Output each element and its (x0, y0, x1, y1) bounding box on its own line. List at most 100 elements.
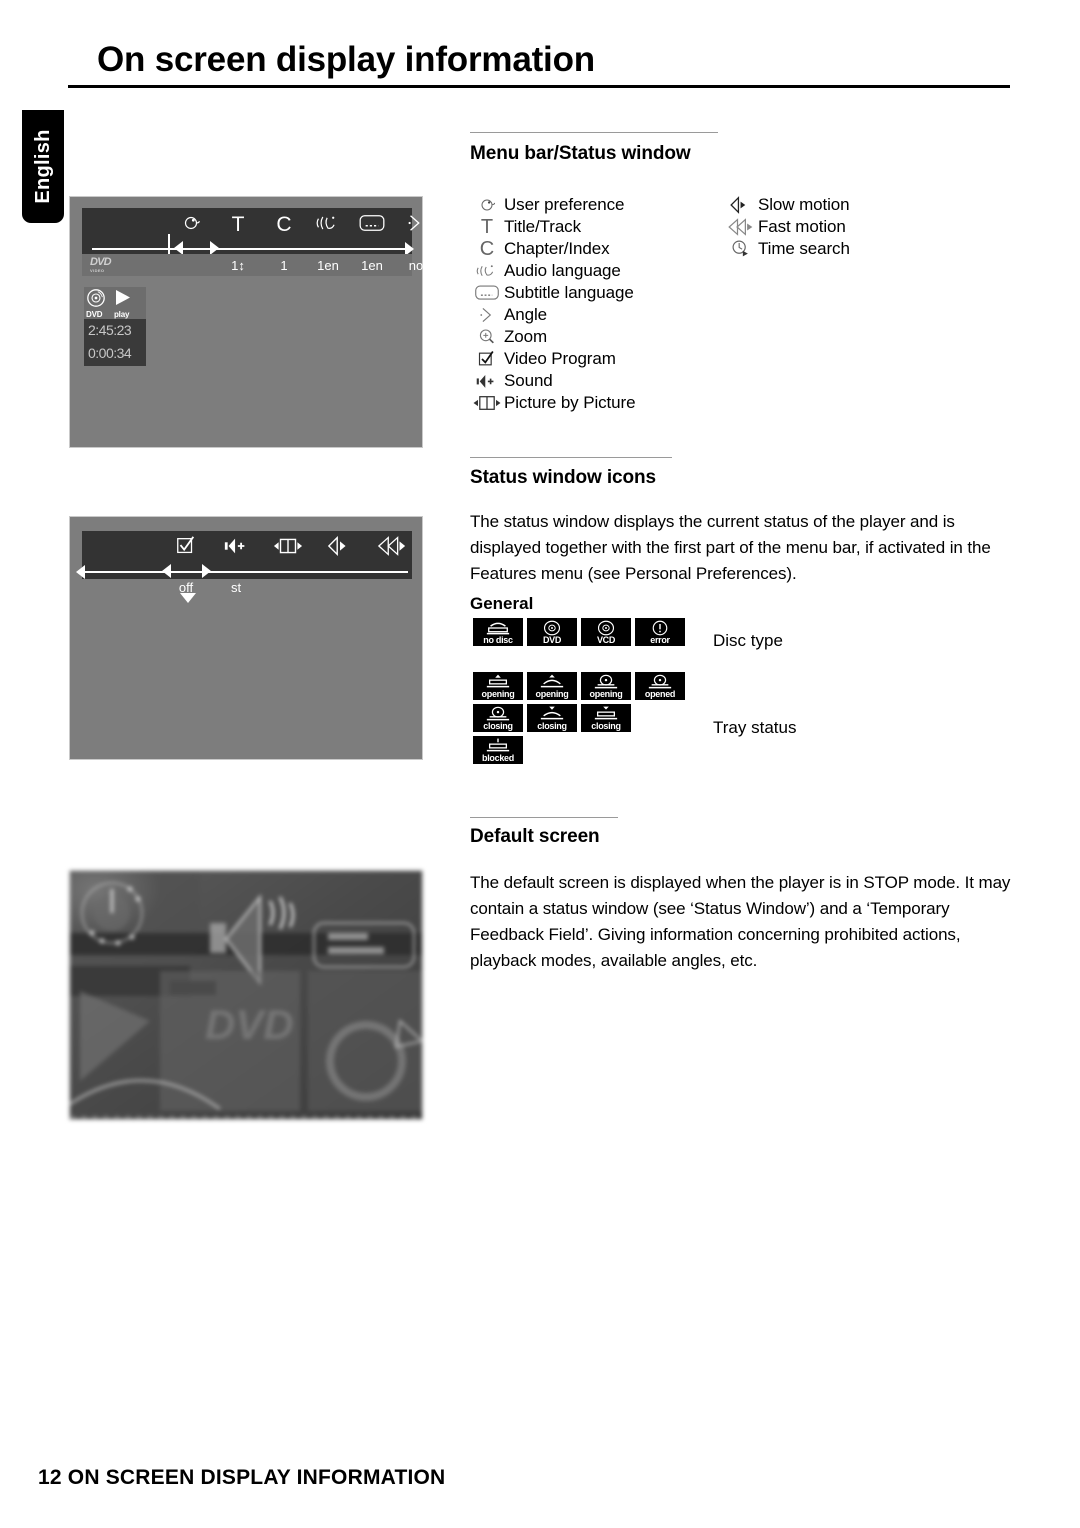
disc-type-label: Disc type (713, 631, 783, 650)
chip-closing-1: closing (473, 704, 523, 732)
legend-label: Slow motion (758, 195, 850, 214)
menu-bar-legend-right-column: Slow motion Fast motion Time search (724, 194, 984, 260)
tray-blocked-icon (473, 737, 523, 754)
chip-no-disc: no disc (473, 618, 523, 646)
osd-selector-left-arrow-2 (162, 564, 171, 578)
legend-item-zoom: Zoom (470, 326, 710, 348)
chapter-index-icon: C (276, 213, 292, 236)
legend-item-user-preference: User preference (470, 194, 710, 216)
time-search-icon (724, 238, 758, 260)
status-icons-section-heading: Status window icons (470, 467, 657, 488)
tray-opening-disc-icon (581, 673, 631, 690)
user-preference-icon (470, 195, 504, 215)
legend-item-title-track: T Title/Track (470, 216, 710, 238)
chip-opening-1: opening (473, 672, 523, 700)
chapter-index-icon: C (479, 237, 495, 260)
legend-label: Audio language (504, 261, 621, 280)
tray-closing-disc-icon (473, 705, 523, 722)
legend-label: Time search (758, 239, 850, 258)
audio-language-icon (306, 213, 350, 238)
osd-menubar-screenshot-2: off st (69, 516, 452, 760)
slow-motion-icon (724, 195, 758, 215)
disc-type-chip-group: no disc DVD VCD error (473, 618, 689, 650)
osd-status-elapsed-time: 0:00:34 (84, 343, 146, 366)
legend-item-angle: Angle (470, 304, 710, 326)
osd-status-window-header: DVD play (84, 287, 146, 319)
disc-type-chip-row: no disc DVD VCD error (473, 618, 689, 646)
audio-language-icon (470, 262, 504, 280)
legend-item-video-program: Video Program (470, 348, 710, 370)
tray-closing-icon (527, 705, 577, 722)
chip-vcd: VCD (581, 618, 631, 646)
status-icons-section-rule (470, 457, 672, 458)
fast-motion-icon (724, 217, 758, 237)
chip-label: opening (589, 689, 623, 699)
angle-icon (394, 213, 438, 238)
osd-axis-line-2 (84, 571, 408, 573)
osd-axis-line (92, 248, 408, 250)
slow-motion-icon (314, 535, 366, 562)
language-side-tab-label: English (31, 129, 54, 204)
tray-status-chip-group: opening opening opening opened closing c… (473, 672, 689, 768)
angle-icon (470, 306, 504, 324)
chip-label: opening (481, 689, 515, 699)
osd-selector-left-arrow (174, 241, 183, 255)
chip-label: blocked (482, 753, 514, 763)
osd-menubar-icon-row: T C (82, 210, 467, 240)
user-preference-icon (168, 212, 214, 239)
tray-opened-icon (635, 673, 685, 690)
osd-value-audio: 1en (317, 257, 339, 273)
general-subheading: General (470, 594, 534, 613)
chip-label: closing (483, 721, 513, 731)
subtitle-language-icon (350, 213, 394, 238)
chip-label: error (650, 635, 670, 645)
legend-label: Fast motion (758, 217, 846, 236)
legend-label: Angle (504, 305, 547, 324)
osd-status-mode-label: play (114, 310, 130, 319)
legend-item-fast-motion: Fast motion (724, 216, 984, 238)
menu-bar-legend-left-column: User preference T Title/Track C Chapter/… (470, 194, 710, 414)
osd-menubar-dark-strip: T C (82, 208, 467, 274)
page-title: On screen display information (97, 40, 595, 79)
menu-bar-section-rule (470, 132, 718, 133)
warning-icon (635, 619, 685, 636)
chip-closing-3: closing (581, 704, 631, 732)
legend-item-chapter-index: C Chapter/Index (470, 238, 710, 260)
language-side-tab: English (22, 110, 64, 223)
default-screen-section-heading: Default screen (470, 826, 600, 847)
legend-label: Video Program (504, 349, 616, 368)
osd-selector-right-arrow (210, 241, 219, 255)
sound-icon (470, 371, 504, 391)
chip-label: VCD (596, 635, 616, 645)
default-screen-photo-art: DVD (70, 871, 422, 1119)
tray-status-chip-row: closing closing closing (473, 704, 689, 732)
default-screen-section-rule (470, 817, 618, 818)
tray-opening-icon (473, 673, 523, 690)
picture-by-picture-icon (470, 394, 504, 412)
osd-selection-down-arrow (180, 593, 196, 603)
osd-status-window: DVD play 2:45:23 0:00:34 (84, 287, 146, 366)
zoom-icon (470, 327, 504, 347)
osd-value-chapter: 1 (280, 257, 288, 273)
chip-label: DVD (542, 635, 562, 645)
subtitle-language-icon (470, 284, 504, 302)
osd-menubar-icon-row-2 (82, 533, 452, 563)
tray-status-chip-row: opening opening opening opened (473, 672, 689, 700)
video-program-icon (162, 535, 210, 562)
legend-item-sound: Sound (470, 370, 710, 392)
video-program-icon (470, 349, 504, 369)
chip-label: closing (537, 721, 567, 731)
legend-item-audio-language: Audio language (470, 260, 710, 282)
disc-icon (527, 619, 577, 636)
default-screen-paragraph: The default screen is displayed when the… (470, 873, 1011, 970)
osd-status-disc-label: DVD (86, 310, 103, 319)
chip-label: opened (644, 689, 676, 699)
chip-closing-2: closing (527, 704, 577, 732)
page-footer: 12 ON SCREEN DISPLAY INFORMATION (38, 1466, 446, 1489)
chip-blocked: blocked (473, 736, 523, 764)
osd-selector-right-arrow-2 (202, 564, 211, 578)
chip-error: error (635, 618, 685, 646)
chip-opening-2: opening (527, 672, 577, 700)
tray-status-label: Tray status (713, 718, 797, 737)
chip-opened: opened (635, 672, 685, 700)
